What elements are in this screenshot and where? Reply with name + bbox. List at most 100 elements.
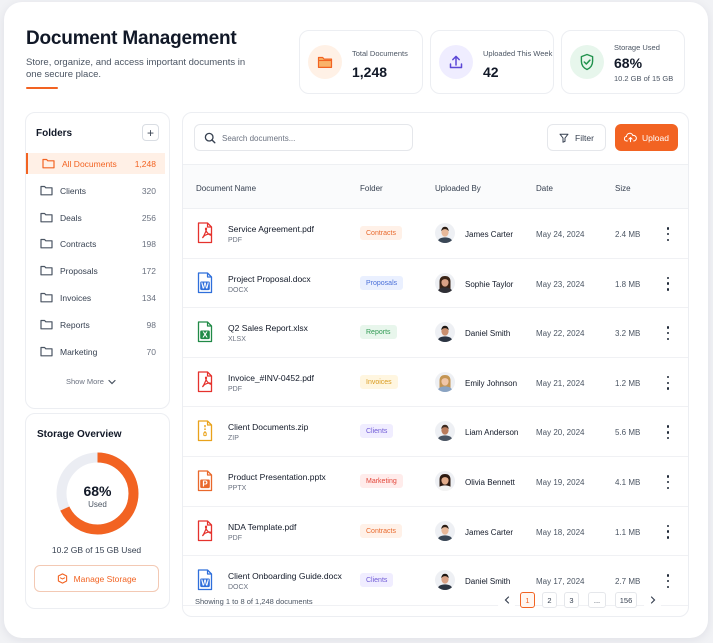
column-header-document-name[interactable]: Document Name	[196, 184, 256, 193]
document-name[interactable]: Client Documents.zip	[228, 422, 308, 432]
folder-item-clients[interactable]: Clients 320	[26, 180, 165, 201]
folder-icon	[40, 319, 53, 330]
stat-label: Total Documents	[352, 49, 408, 58]
page-button-1[interactable]: 1	[520, 592, 535, 608]
folder-count: 98	[146, 319, 156, 330]
document-name[interactable]: Product Presentation.pptx	[228, 472, 326, 482]
stat-label: Uploaded This Week	[483, 49, 553, 58]
document-type: PDF	[228, 385, 242, 393]
document-date: May 17, 2024	[536, 577, 585, 587]
folder-item-deals[interactable]: Deals 256	[26, 207, 165, 228]
avatar	[435, 421, 455, 442]
svg-text:W: W	[201, 281, 209, 290]
shield-check-icon	[570, 45, 604, 79]
table-row[interactable]: P Product Presentation.pptx PPTX Marketing O…	[183, 457, 688, 507]
folder-count: 172	[141, 266, 156, 277]
filter-button[interactable]: Filter	[547, 124, 606, 151]
document-date: May 18, 2024	[536, 527, 585, 537]
column-header-uploaded-by[interactable]: Uploaded By	[435, 184, 481, 193]
more-options-icon[interactable]	[661, 324, 675, 342]
folder-tag[interactable]: Clients	[360, 573, 394, 588]
folder-tag[interactable]: Reports	[360, 325, 397, 340]
uploaded-by: Daniel Smith	[465, 329, 511, 339]
folder-count: 256	[141, 212, 156, 223]
search-input[interactable]	[222, 131, 402, 145]
document-size: 1.1 MB	[615, 527, 641, 537]
avatar	[435, 471, 455, 491]
folder-label: All Documents	[62, 159, 117, 169]
prev-page-button[interactable]	[498, 592, 515, 608]
document-type: XLSX	[228, 336, 246, 344]
table-row[interactable]: W Project Proposal.docx DOCX Proposals Sophi…	[183, 259, 688, 309]
show-more-button[interactable]: Show More	[66, 377, 116, 386]
column-header-date[interactable]: Date	[536, 184, 553, 193]
document-management-app: Document Management Store, organize, and…	[4, 2, 708, 638]
document-name[interactable]: Invoice_#INV-0452.pdf	[228, 373, 314, 383]
folder-icon	[40, 346, 53, 356]
manage-storage-label: Manage Storage	[73, 573, 137, 584]
add-folder-button[interactable]: +	[142, 124, 159, 141]
folder-icon	[42, 158, 55, 169]
table-row[interactable]: X Q2 Sales Report.xlsx XLSX Reports Daniel S…	[183, 308, 688, 358]
folder-item-contracts[interactable]: Contracts 198	[26, 233, 165, 254]
upload-icon	[439, 45, 473, 79]
column-header-folder[interactable]: Folder	[360, 184, 383, 193]
search-icon	[204, 132, 216, 144]
more-options-icon[interactable]	[661, 225, 675, 243]
chevron-left-icon	[504, 596, 509, 604]
folder-label: Deals	[60, 212, 82, 223]
folder-item-proposals[interactable]: Proposals 172	[26, 260, 165, 281]
page-button-156[interactable]: 156	[615, 592, 637, 608]
stat-card-storage-used: Storage Used 68% 10.2 GB of 15 GB	[561, 30, 685, 94]
folder-icon	[308, 45, 342, 79]
filter-label: Filter	[575, 132, 594, 143]
folder-label: Clients	[60, 185, 86, 196]
stat-value: 68%	[614, 55, 643, 71]
document-date: May 21, 2024	[536, 378, 585, 388]
document-name[interactable]: NDA Template.pdf	[228, 522, 296, 532]
folder-label: Reports	[60, 319, 90, 330]
folder-item-marketing[interactable]: Marketing 70	[26, 341, 165, 362]
document-name[interactable]: Project Proposal.docx	[228, 274, 311, 284]
document-name[interactable]: Service Agreement.pdf	[228, 224, 314, 234]
table-row[interactable]: Client Documents.zip ZIP Clients Liam Ander…	[183, 407, 688, 457]
document-name[interactable]: Q2 Sales Report.xlsx	[228, 323, 308, 333]
page-ellipsis: ...	[588, 592, 606, 608]
more-options-icon[interactable]	[661, 374, 675, 392]
storage-used-label: Used	[88, 500, 107, 509]
page-button-3[interactable]: 3	[564, 592, 579, 608]
folder-tag[interactable]: Marketing	[360, 474, 403, 488]
search-box[interactable]	[194, 124, 413, 151]
document-type: DOCX	[228, 286, 249, 294]
folder-tag[interactable]: Invoices	[360, 374, 398, 389]
page-header: Document Management Store, organize, and…	[26, 28, 246, 89]
folder-icon	[40, 266, 53, 276]
folders-panel: Folders + All Documents 1,248 Clients 320 De…	[25, 112, 170, 409]
uploaded-by: James Carter	[465, 230, 514, 239]
more-options-icon[interactable]	[661, 523, 675, 541]
folder-item-reports[interactable]: Reports 98	[26, 314, 165, 335]
column-header-size[interactable]: Size	[615, 184, 631, 193]
upload-button[interactable]: Upload	[615, 124, 678, 151]
folder-count: 70	[146, 346, 156, 357]
more-options-icon[interactable]	[661, 473, 675, 491]
folder-tag[interactable]: Contracts	[360, 523, 402, 538]
folders-title: Folders	[36, 128, 73, 139]
table-row[interactable]: Invoice_#INV-0452.pdf PDF Invoices Emily Jo…	[183, 358, 688, 408]
upload-label: Upload	[642, 132, 669, 143]
page-button-2[interactable]: 2	[542, 592, 557, 608]
folder-item-all-documents[interactable]: All Documents 1,248	[26, 153, 165, 174]
folder-tag[interactable]: Proposals	[360, 275, 404, 290]
documents-panel: Filter Upload Document Name Folder Uploa…	[182, 112, 689, 617]
table-row[interactable]: NDA Template.pdf PDF Contracts James Carter…	[183, 507, 688, 557]
table-row[interactable]: Service Agreement.pdf PDF Contracts James C…	[183, 209, 688, 259]
folder-tag[interactable]: Contracts	[360, 226, 402, 240]
more-options-icon[interactable]	[661, 275, 675, 293]
folder-item-invoices[interactable]: Invoices 134	[26, 287, 165, 308]
next-page-button[interactable]	[644, 592, 661, 608]
manage-storage-button[interactable]: Manage Storage	[34, 565, 159, 592]
folder-tag[interactable]: Clients	[360, 424, 394, 439]
document-name[interactable]: Client Onboarding Guide.docx	[228, 571, 342, 581]
more-options-icon[interactable]	[661, 423, 675, 441]
svg-text:P: P	[202, 480, 208, 489]
